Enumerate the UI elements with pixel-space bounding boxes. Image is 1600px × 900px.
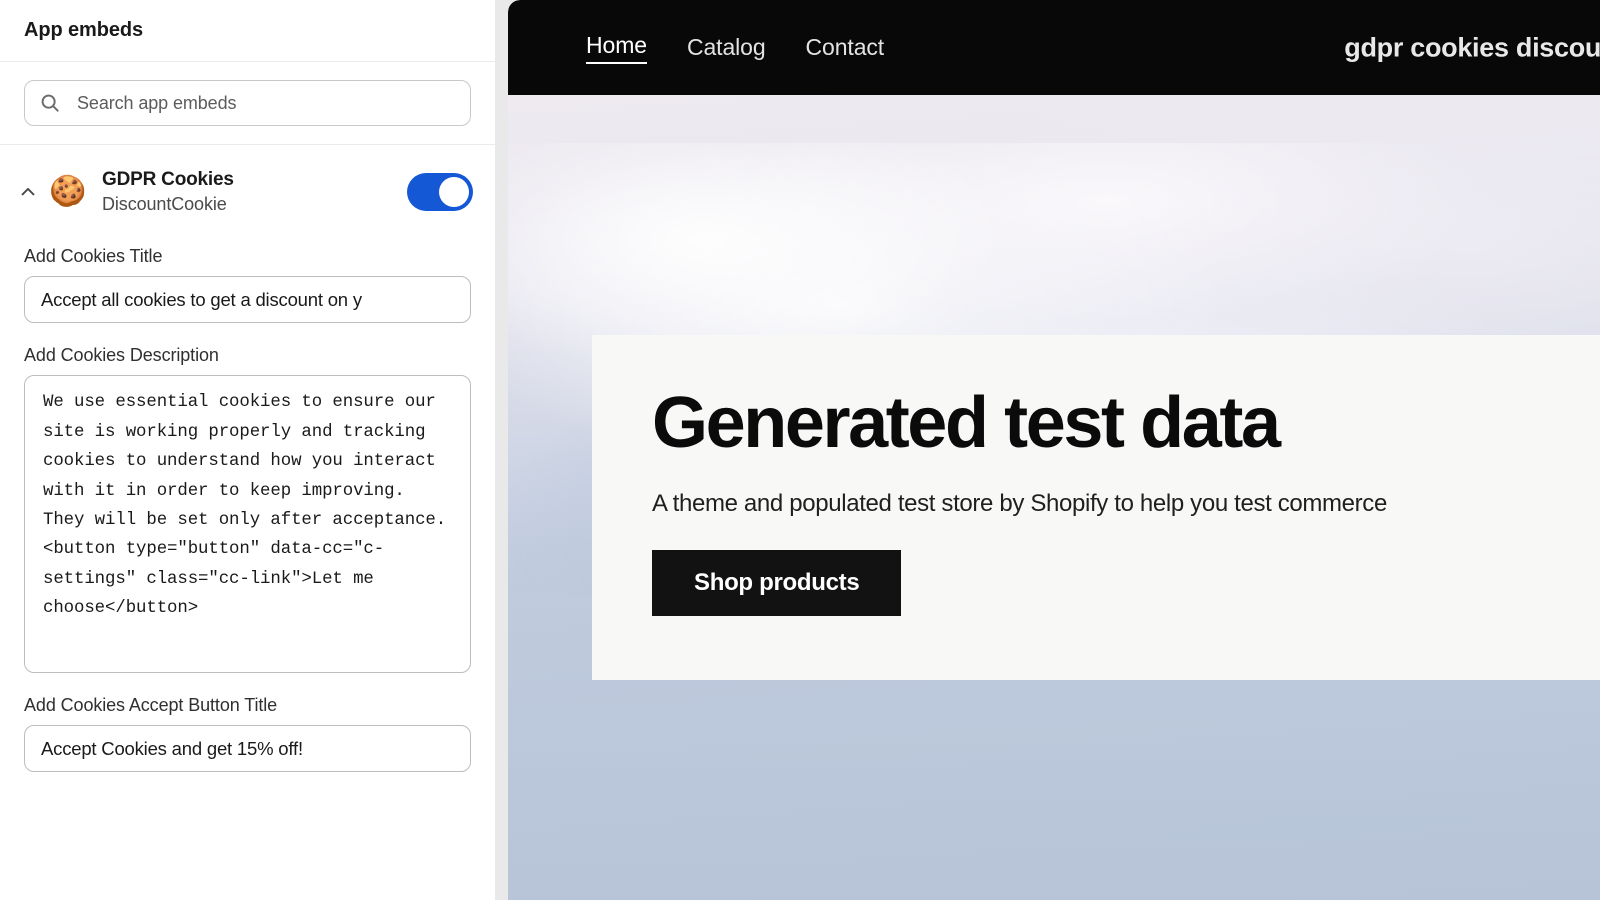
app-embed-settings-form: Add Cookies Title Accept all cookies to … [0,238,495,900]
hero-title: Generated test data [652,383,1281,463]
field-label: Add Cookies Title [24,246,163,267]
cookies-accept-button-title-input[interactable]: Accept Cookies and get 15% off! [24,725,471,773]
search-placeholder: Search app embeds [77,92,237,113]
cookie-icon: 🍪 [48,171,88,212]
app-embed-toggle[interactable] [407,172,473,211]
store-name: gdpr cookies discount [1344,32,1600,62]
cookies-description-textarea[interactable]: We use essential cookies to ensure our s… [24,375,471,674]
field-cookies-description: Add Cookies Description We use essential… [24,345,471,674]
hero-content-card: Generated test data A theme and populate… [592,335,1600,680]
cookies-title-input[interactable]: Accept all cookies to get a discount on … [24,276,471,324]
field-label: Add Cookies Description [24,345,219,366]
theme-editor-screen: App embeds Search app embeds 🍪 GDPR Cook… [0,0,1600,900]
nav-link-contact[interactable]: Contact [806,34,885,61]
page-title: App embeds [24,19,144,41]
storefront-preview: Home Catalog Contact gdpr cookies discou… [508,0,1600,900]
sidebar-header: App embeds [0,0,495,62]
app-embeds-sidebar: App embeds Search app embeds 🍪 GDPR Cook… [0,0,495,900]
search-input[interactable]: Search app embeds [24,80,471,126]
field-cookies-accept-button-title: Add Cookies Accept Button Title Accept C… [24,695,471,773]
field-label: Add Cookies Accept Button Title [24,695,278,716]
hero-subtitle: A theme and populated test store by Shop… [652,490,1387,517]
storefront-nav-links: Home Catalog Contact [586,32,884,64]
storefront-navbar: Home Catalog Contact gdpr cookies discou… [508,0,1600,95]
app-embed-row-gdpr-cookies[interactable]: 🍪 GDPR Cookies DiscountCookie [0,145,495,238]
sidebar-preview-divider [495,0,508,900]
search-section: Search app embeds [0,62,495,145]
app-embed-name: GDPR Cookies [102,169,234,190]
app-embed-labels: GDPR Cookies DiscountCookie [102,167,407,216]
shop-products-button[interactable]: Shop products [652,550,902,616]
field-cookies-title: Add Cookies Title Accept all cookies to … [24,246,471,324]
nav-link-home[interactable]: Home [586,32,647,64]
app-embed-subtitle: DiscountCookie [102,194,227,215]
toggle-knob [439,176,469,207]
chevron-up-icon[interactable] [14,178,42,206]
hero-section: Generated test data A theme and populate… [508,95,1600,900]
nav-link-catalog[interactable]: Catalog [687,34,766,61]
search-icon [41,94,59,112]
